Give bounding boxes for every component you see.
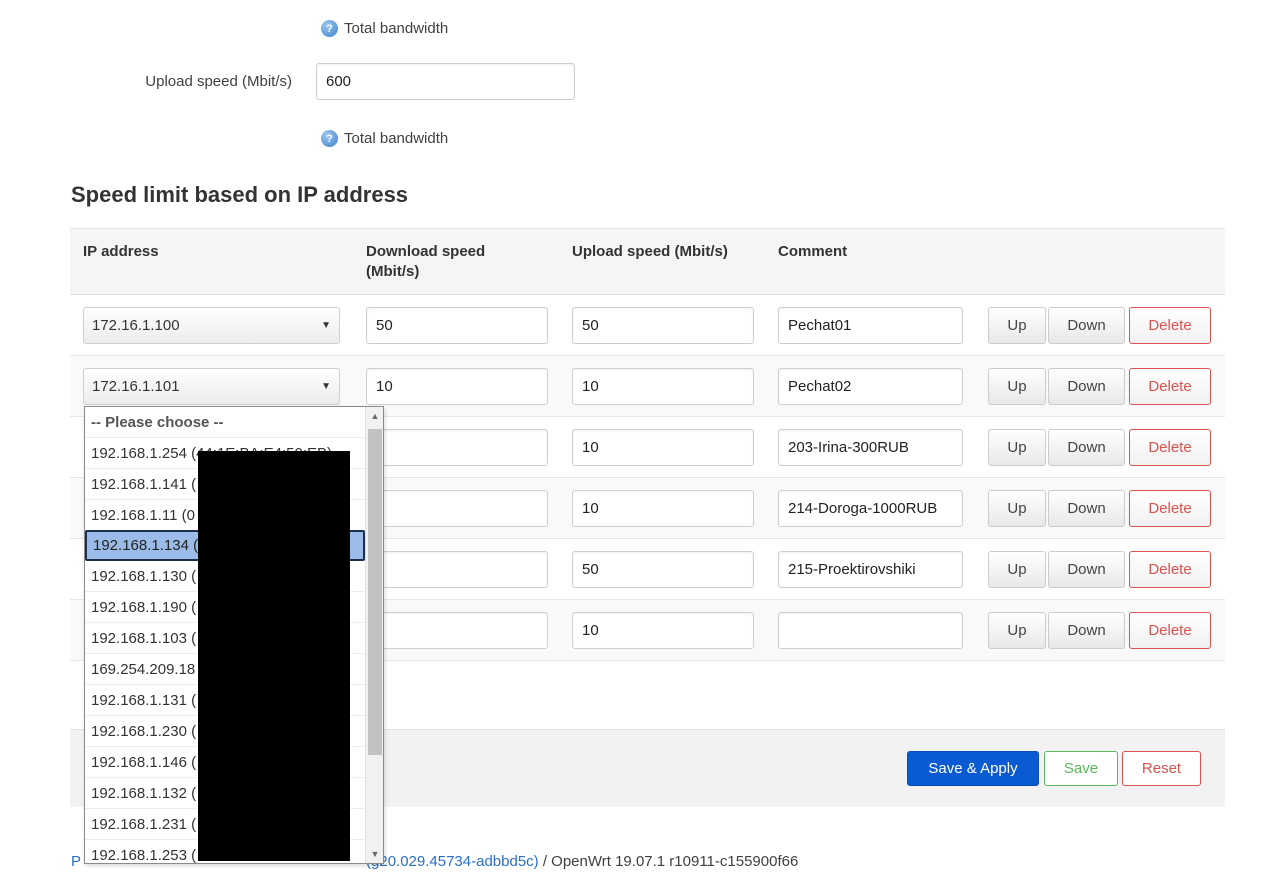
up-button[interactable]: Up bbox=[988, 551, 1046, 588]
save-button[interactable]: Save bbox=[1044, 751, 1118, 786]
table-row: 172.16.1.100 ▼ 50 50 Pechat01 Up Down Del… bbox=[70, 295, 1225, 356]
ip-select[interactable]: 172.16.1.100 ▼ bbox=[83, 307, 340, 344]
footer-link-version[interactable]: 20.029.45734-adbbd5c) bbox=[379, 853, 538, 870]
down-button[interactable]: Down bbox=[1048, 551, 1125, 588]
delete-button[interactable]: Delete bbox=[1129, 551, 1211, 588]
down-button[interactable]: Down bbox=[1048, 307, 1125, 344]
header-comment: Comment bbox=[778, 243, 848, 260]
header-upload: Upload speed (Mbit/s) bbox=[572, 243, 728, 260]
delete-button[interactable]: Delete bbox=[1129, 490, 1211, 527]
section-title: Speed limit based on IP address bbox=[71, 182, 409, 207]
dropdown-scrollbar[interactable]: ▲ ▼ bbox=[365, 407, 383, 863]
comment-input[interactable]: Pechat02 bbox=[778, 368, 963, 405]
upload-input[interactable]: 10 bbox=[572, 490, 754, 527]
down-button[interactable]: Down bbox=[1048, 368, 1125, 405]
reset-button[interactable]: Reset bbox=[1122, 751, 1201, 786]
download-input[interactable]: 10 bbox=[366, 368, 548, 405]
comment-input[interactable]: Pechat01 bbox=[778, 307, 963, 344]
download-input[interactable]: 0 bbox=[366, 612, 548, 649]
delete-button[interactable]: Delete bbox=[1129, 429, 1211, 466]
header-download-line2: (Mbit/s) bbox=[366, 263, 420, 280]
help-total-bandwidth-2: ? Total bandwidth bbox=[321, 130, 448, 147]
up-button[interactable]: Up bbox=[988, 307, 1046, 344]
download-input[interactable]: 0 bbox=[366, 429, 548, 466]
up-button[interactable]: Up bbox=[988, 429, 1046, 466]
down-button[interactable]: Down bbox=[1048, 490, 1125, 527]
scroll-up-arrow-icon[interactable]: ▲ bbox=[366, 407, 383, 425]
ip-select-value: 172.16.1.100 bbox=[92, 317, 180, 334]
comment-input[interactable]: 215-Proektirovshiki bbox=[778, 551, 963, 588]
down-button[interactable]: Down bbox=[1048, 429, 1125, 466]
scroll-thumb[interactable] bbox=[368, 429, 382, 755]
help-icon: ? bbox=[321, 20, 338, 37]
help-text: Total bandwidth bbox=[344, 20, 449, 37]
up-button[interactable]: Up bbox=[988, 368, 1046, 405]
download-input[interactable]: 50 bbox=[366, 307, 548, 344]
header-download-line1: Download speed bbox=[366, 243, 486, 260]
upload-input[interactable]: 10 bbox=[572, 612, 754, 649]
comment-input[interactable]: 214-Doroga-1000RUB bbox=[778, 490, 963, 527]
save-apply-button[interactable]: Save & Apply bbox=[907, 751, 1039, 786]
download-input[interactable]: 0 bbox=[366, 551, 548, 588]
footer-version: / OpenWrt 19.07.1 r10911-c155900f66 bbox=[538, 853, 799, 870]
redaction-block bbox=[198, 451, 350, 861]
dropdown-option-placeholder[interactable]: -- Please choose -- bbox=[85, 407, 365, 438]
comment-input[interactable] bbox=[778, 612, 963, 649]
chevron-down-icon: ▼ bbox=[321, 320, 331, 331]
ip-select-value: 172.16.1.101 bbox=[92, 378, 180, 395]
help-total-bandwidth-1: ? Total bandwidth bbox=[321, 20, 448, 37]
up-button[interactable]: Up bbox=[988, 490, 1046, 527]
scroll-down-arrow-icon[interactable]: ▼ bbox=[366, 845, 383, 863]
upload-input[interactable]: 50 bbox=[572, 551, 754, 588]
chevron-down-icon: ▼ bbox=[321, 381, 331, 392]
delete-button[interactable]: Delete bbox=[1129, 368, 1211, 405]
help-text: Total bandwidth bbox=[344, 130, 449, 147]
table-header: IP address Download speed (Mbit/s) Uploa… bbox=[70, 228, 1225, 295]
down-button[interactable]: Down bbox=[1048, 612, 1125, 649]
upload-input[interactable]: 10 bbox=[572, 368, 754, 405]
upload-input[interactable]: 10 bbox=[572, 429, 754, 466]
comment-input[interactable]: 203-Irina-300RUB bbox=[778, 429, 963, 466]
help-icon: ? bbox=[321, 130, 338, 147]
delete-button[interactable]: Delete bbox=[1129, 612, 1211, 649]
up-button[interactable]: Up bbox=[988, 612, 1046, 649]
download-input[interactable]: 0 bbox=[366, 490, 548, 527]
footer-link-left[interactable]: P bbox=[71, 853, 81, 870]
upload-speed-label: Upload speed (Mbit/s) bbox=[145, 73, 292, 90]
ip-select[interactable]: 172.16.1.101 ▼ bbox=[83, 368, 340, 405]
header-download: Download speed (Mbit/s) bbox=[366, 242, 485, 282]
upload-speed-input[interactable]: 600 bbox=[316, 63, 575, 100]
header-ip: IP address bbox=[83, 243, 159, 260]
delete-button[interactable]: Delete bbox=[1129, 307, 1211, 344]
upload-input[interactable]: 50 bbox=[572, 307, 754, 344]
